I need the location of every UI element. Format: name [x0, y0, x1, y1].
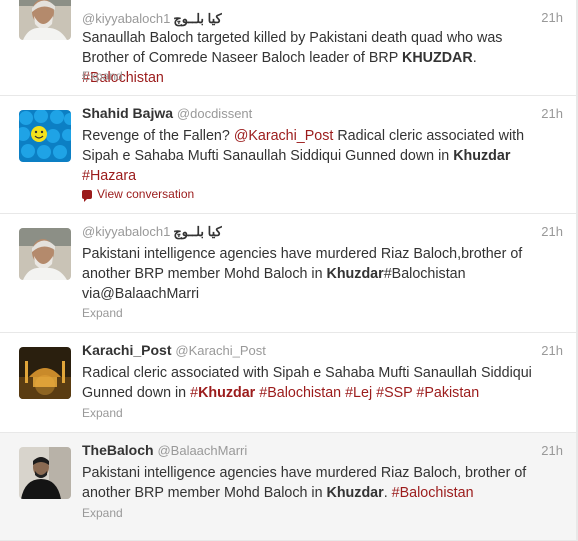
tweet-item[interactable]: TheBaloch @BalaachMarri 21h Pakistani in…	[0, 433, 576, 541]
tweet-text: Radical cleric associated with Sipah e S…	[82, 363, 552, 403]
tweet-username[interactable]: @kiyyabaloch1	[82, 11, 170, 26]
man-grey-beard-avatar[interactable]	[19, 0, 71, 40]
expand-link[interactable]: Expand	[82, 306, 123, 320]
tweet-timestamp[interactable]: 21h	[541, 224, 563, 239]
tweet-text-segment: .	[472, 50, 477, 66]
tweet-item[interactable]: Shahid Bajwa @docdissent 21h Revenge of …	[0, 96, 576, 214]
tweet-header: @kiyyabaloch1 کیا بلــوچ	[82, 10, 222, 27]
tweet-urdu-name: کیا بلــوچ	[173, 224, 222, 239]
expand-link[interactable]: Expand	[82, 69, 123, 83]
tweet-fullname[interactable]: Karachi_Post	[82, 342, 171, 358]
tweet-link[interactable]: #Pakistan	[416, 385, 479, 401]
tweet-text-segment: .	[383, 485, 392, 501]
tweet-link[interactable]: #	[190, 385, 198, 401]
conversation-icon	[82, 190, 92, 202]
tweet-text: Revenge of the Fallen? @Karachi_Post Rad…	[82, 126, 552, 186]
tweet-timestamp[interactable]: 21h	[541, 10, 563, 25]
tweet-text: Sanaullah Baloch targeted killed by Paki…	[82, 28, 552, 88]
tweet-link[interactable]: #Balochistan	[259, 385, 341, 401]
view-conversation-label: View conversation	[97, 187, 195, 201]
tweet-link[interactable]: @Karachi_Post	[234, 128, 334, 144]
tweet-link[interactable]: #Balochistan	[392, 485, 474, 501]
view-conversation-link[interactable]: View conversation	[82, 187, 195, 202]
tweet-timestamp[interactable]: 21h	[541, 343, 563, 358]
tweet-timeline: @kiyyabaloch1 کیا بلــوچ 21h Sanaullah Ba…	[0, 0, 578, 541]
tweet-text-segment: Revenge of the Fallen?	[82, 128, 234, 144]
tweet-username[interactable]: @Karachi_Post	[175, 343, 266, 358]
tweet-text: Pakistani intelligence agencies have mur…	[82, 463, 552, 503]
tweet-item[interactable]: @kiyyabaloch1 کیا بلــوچ 21h Sanaullah Ba…	[0, 0, 576, 96]
tweet-link[interactable]: Khuzdar	[198, 385, 255, 401]
tweet-fullname[interactable]: Shahid Bajwa	[82, 105, 173, 121]
tweet-header: TheBaloch @BalaachMarri	[82, 442, 247, 458]
tweet-text: Pakistani intelligence agencies have mur…	[82, 244, 552, 304]
blue-smiley-balls-avatar[interactable]	[19, 110, 71, 162]
man-dark-portrait-avatar[interactable]	[19, 447, 71, 499]
tweet-username[interactable]: @BalaachMarri	[157, 443, 247, 458]
tweet-username[interactable]: @docdissent	[177, 106, 252, 121]
tweet-urdu-name: کیا بلــوچ	[173, 11, 222, 26]
tweet-highlight-text: Khuzdar	[326, 266, 384, 282]
tweet-link[interactable]: #Hazara	[82, 168, 136, 184]
night-mosque-avatar[interactable]	[19, 347, 71, 399]
tweet-username[interactable]: @kiyyabaloch1	[82, 224, 170, 239]
expand-link[interactable]: Expand	[82, 506, 123, 520]
tweet-header: Karachi_Post @Karachi_Post	[82, 342, 266, 358]
tweet-header: Shahid Bajwa @docdissent	[82, 105, 252, 121]
tweet-fullname[interactable]: TheBaloch	[82, 442, 154, 458]
tweet-highlight-text: KHUZDAR	[402, 50, 473, 66]
tweet-link[interactable]: #SSP	[376, 385, 412, 401]
tweet-timestamp[interactable]: 21h	[541, 106, 563, 121]
tweet-link[interactable]: #Lej	[345, 385, 372, 401]
tweet-item[interactable]: Karachi_Post @Karachi_Post 21h Radical c…	[0, 333, 576, 433]
tweet-header: @kiyyabaloch1 کیا بلــوچ	[82, 223, 222, 240]
tweet-timestamp[interactable]: 21h	[541, 443, 563, 458]
man-grey-beard-avatar[interactable]	[19, 228, 71, 280]
expand-link[interactable]: Expand	[82, 406, 123, 420]
tweet-highlight-text: Khuzdar	[453, 148, 511, 164]
tweet-highlight-text: Khuzdar	[326, 485, 384, 501]
tweet-item[interactable]: @kiyyabaloch1 کیا بلــوچ 21h Pakistani in…	[0, 214, 576, 333]
